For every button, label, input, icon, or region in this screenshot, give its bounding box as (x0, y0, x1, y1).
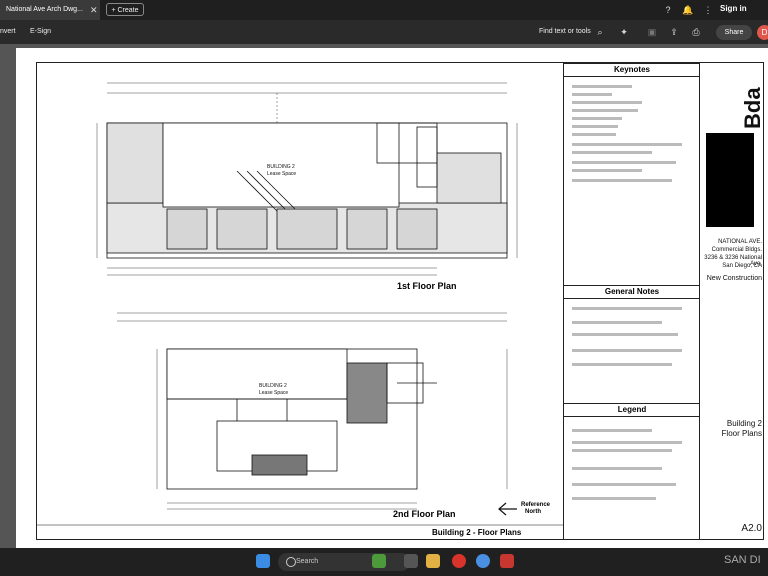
acrobat-icon[interactable] (500, 554, 514, 568)
sign-in-button[interactable]: Sign in (720, 4, 747, 13)
sheet-title: Building 2 - Floor Plans (432, 528, 522, 537)
search-icon[interactable]: ⌕ (594, 26, 606, 38)
upload-icon[interactable]: ⇪ (668, 26, 680, 38)
keynote-item (572, 151, 652, 154)
keynote-item (572, 133, 616, 136)
keynote-item (572, 109, 638, 112)
keynote-item (572, 101, 642, 104)
file-explorer-icon[interactable] (426, 554, 440, 568)
general-note-item (572, 307, 682, 310)
widget-icon[interactable] (372, 554, 386, 568)
convert-menu[interactable]: nvert (0, 20, 16, 44)
first-floor-title: 1st Floor Plan (397, 281, 457, 291)
general-note-item (572, 349, 682, 352)
legend-item (572, 467, 662, 470)
esign-menu[interactable]: E-Sign (30, 20, 51, 44)
keynote-item (572, 179, 672, 182)
tab-title: National Ave Arch Dwg... (6, 6, 83, 13)
keynote-item (572, 161, 676, 164)
lease-label-2: Lease Space (259, 390, 288, 396)
floor-plan-drawing: BUILDING 2 Lease Space 1st Floor Plan BU… (37, 82, 563, 537)
north-arrow-icon (498, 502, 517, 516)
reference-label: Reference (521, 502, 551, 508)
notifications-icon[interactable]: 🔔 (682, 4, 694, 16)
taskbar-right-text: SAN DI (724, 554, 761, 566)
first-floor-plan (96, 82, 518, 276)
keynotes-heading: Keynotes (564, 63, 700, 77)
keynote-item (572, 85, 632, 88)
keynote-item (572, 125, 618, 128)
tab-document[interactable]: National Ave Arch Dwg... ✕ (0, 0, 100, 20)
notes-column: Keynotes General Notes Legend (563, 63, 700, 539)
search-icon (286, 557, 296, 567)
legend-item (572, 429, 652, 432)
second-floor-title: 2nd Floor Plan (393, 509, 456, 519)
firm-logo: Bda (740, 87, 765, 129)
pdf-page: BUILDING 2 Lease Space 1st Floor Plan BU… (16, 48, 768, 548)
sheet-name-line2: Floor Plans (721, 429, 762, 438)
keynote-item (572, 117, 622, 120)
find-tools-field[interactable]: Find text or tools (539, 20, 591, 44)
share-button[interactable]: Share (716, 25, 752, 40)
sheet-name-line1: Building 2 (726, 419, 762, 428)
general-notes-heading: General Notes (564, 285, 700, 299)
keynote-item (572, 93, 612, 96)
building-label-2: BUILDING 2 (259, 383, 287, 389)
help-icon[interactable]: ? (662, 4, 674, 16)
save-icon[interactable]: ▣ (646, 26, 658, 38)
title-block: Bda NATIONAL AVE. Commercial Bldgs. 3236… (699, 63, 765, 539)
chrome-icon[interactable] (476, 554, 490, 568)
legend-item (572, 449, 672, 452)
print-icon[interactable]: ⎙ (690, 26, 702, 38)
project-name: NATIONAL AVE. (718, 239, 762, 245)
building-label-1: BUILDING 2 (267, 164, 295, 170)
legend-heading: Legend (564, 403, 700, 417)
sheet-number: A2.0 (741, 523, 762, 534)
close-tab-icon[interactable]: ✕ (90, 0, 98, 20)
logo-block (706, 133, 754, 227)
task-view-icon[interactable] (404, 554, 418, 568)
taskbar-search[interactable]: Search (278, 553, 410, 571)
create-button[interactable]: + Create (106, 3, 144, 16)
project-subtitle: Commercial Bldgs. (711, 247, 762, 253)
north-label: North (525, 509, 541, 515)
app-toolbar: nvert E-Sign Find text or tools ⌕ ✦ ▣ ⇪ … (0, 20, 768, 44)
document-viewer[interactable]: BUILDING 2 Lease Space 1st Floor Plan BU… (0, 44, 768, 548)
account-avatar[interactable]: D (757, 25, 768, 40)
legend-item (572, 441, 682, 444)
opera-icon[interactable] (452, 554, 466, 568)
second-floor-plan (117, 312, 508, 510)
project-type: New Construction (706, 275, 762, 282)
legend-item (572, 483, 676, 486)
keynote-item (572, 169, 642, 172)
keynote-item (572, 143, 682, 146)
general-note-item (572, 363, 672, 366)
drawing-sheet: BUILDING 2 Lease Space 1st Floor Plan BU… (36, 62, 765, 540)
project-city: San Diego, CA (722, 263, 762, 269)
lease-label-1: Lease Space (267, 171, 296, 177)
ai-assistant-icon[interactable]: ✦ (618, 26, 630, 38)
general-note-item (572, 321, 662, 324)
taskbar-search-label: Search (296, 558, 319, 565)
windows-start-icon[interactable] (256, 554, 270, 568)
apps-grid-icon[interactable]: ⋮ (702, 4, 714, 16)
browser-tab-bar: National Ave Arch Dwg... ✕ + Create ? 🔔 … (0, 0, 768, 20)
general-note-item (572, 333, 678, 336)
os-taskbar: Search SAN DI (0, 548, 768, 576)
legend-item (572, 497, 656, 500)
